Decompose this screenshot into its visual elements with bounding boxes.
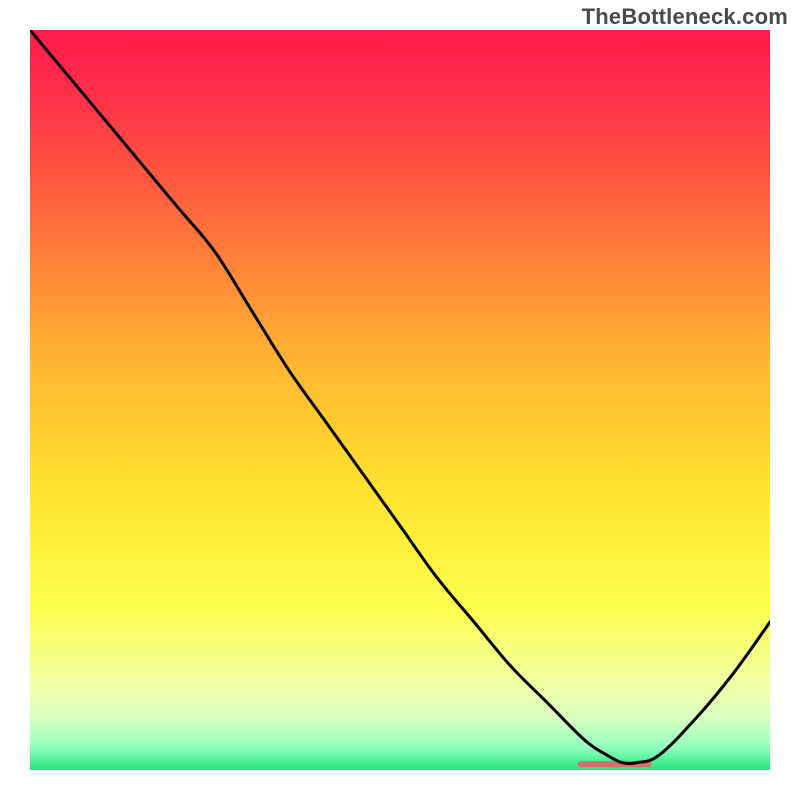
gradient-background <box>30 30 770 770</box>
watermark-text: TheBottleneck.com <box>582 4 788 30</box>
chart-stage: TheBottleneck.com <box>0 0 800 800</box>
plot-svg <box>30 30 770 770</box>
bottleneck-plot <box>30 30 770 770</box>
